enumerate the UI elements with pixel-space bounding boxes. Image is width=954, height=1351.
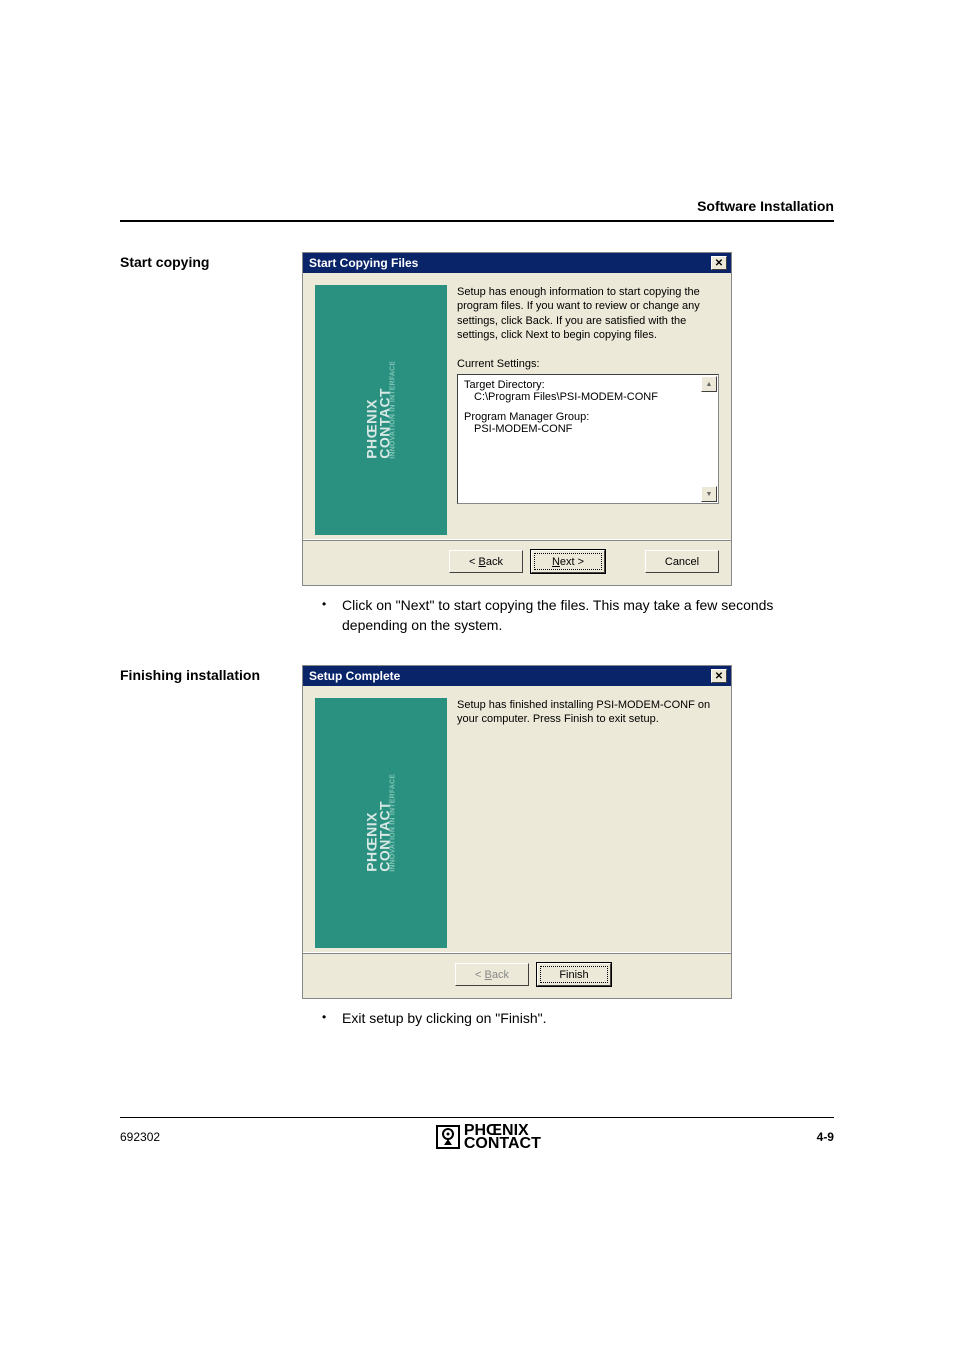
finish-button[interactable]: Finish: [537, 963, 611, 986]
dialog-title: Start Copying Files: [309, 256, 418, 270]
titlebar: Start Copying Files ✕: [303, 253, 731, 273]
section-label-start-copying: Start copying: [120, 252, 302, 645]
bullet-text: Click on "Next" to start copying the fil…: [342, 596, 834, 635]
header-rule: [120, 220, 834, 222]
settings-textbox: Target Directory: C:\Program Files\PSI-M…: [457, 374, 719, 504]
pm-group-label: Program Manager Group:: [464, 411, 712, 423]
titlebar: Setup Complete ✕: [303, 666, 731, 686]
phoenix-logo-icon: [436, 1125, 460, 1149]
dialog-setup-complete: Setup Complete ✕ PHŒNIX CONTACT INNOVATI…: [302, 665, 732, 999]
dialog-instruction: Setup has enough information to start co…: [457, 285, 719, 342]
back-button[interactable]: < Back: [449, 550, 523, 573]
close-icon[interactable]: ✕: [711, 669, 727, 683]
logo-line2: CONTACT: [464, 1137, 541, 1151]
footer-rule: [120, 1117, 834, 1118]
brand-tagline: INNOVATION IN INTERFACE: [390, 361, 396, 459]
dialog-side-graphic: PHŒNIX CONTACT INNOVATION IN INTERFACE: [315, 698, 447, 948]
scroll-up-icon[interactable]: ▲: [701, 376, 717, 392]
dialog-start-copying-files: Start Copying Files ✕ PHŒNIX CONTACT INN…: [302, 252, 732, 586]
bullet-text: Exit setup by clicking on "Finish".: [342, 1009, 546, 1029]
cancel-button[interactable]: Cancel: [645, 550, 719, 573]
dialog-side-graphic: PHŒNIX CONTACT INNOVATION IN INTERFACE: [315, 285, 447, 535]
target-dir-label: Target Directory:: [464, 379, 712, 391]
close-icon[interactable]: ✕: [711, 256, 727, 270]
footer-logo: PHŒNIX CONTACT: [436, 1124, 541, 1151]
bullet-icon: •: [322, 1009, 342, 1029]
pm-group-value: PSI-MODEM-CONF: [464, 423, 712, 435]
section-label-finishing: Finishing installation: [120, 665, 302, 1039]
back-button-disabled: < Back: [455, 963, 529, 986]
page-number: 4-9: [817, 1130, 834, 1144]
next-button[interactable]: Next >: [531, 550, 605, 573]
brand-tagline: INNOVATION IN INTERFACE: [390, 774, 396, 872]
dialog-instruction: Setup has finished installing PSI-MODEM-…: [457, 698, 719, 727]
scroll-down-icon[interactable]: ▼: [701, 486, 717, 502]
footer-doc-number: 692302: [120, 1130, 160, 1144]
dialog-title: Setup Complete: [309, 669, 400, 683]
page-header: Software Installation: [120, 198, 834, 214]
current-settings-label: Current Settings:: [457, 358, 719, 370]
bullet-icon: •: [322, 596, 342, 635]
target-dir-value: C:\Program Files\PSI-MODEM-CONF: [464, 391, 712, 403]
